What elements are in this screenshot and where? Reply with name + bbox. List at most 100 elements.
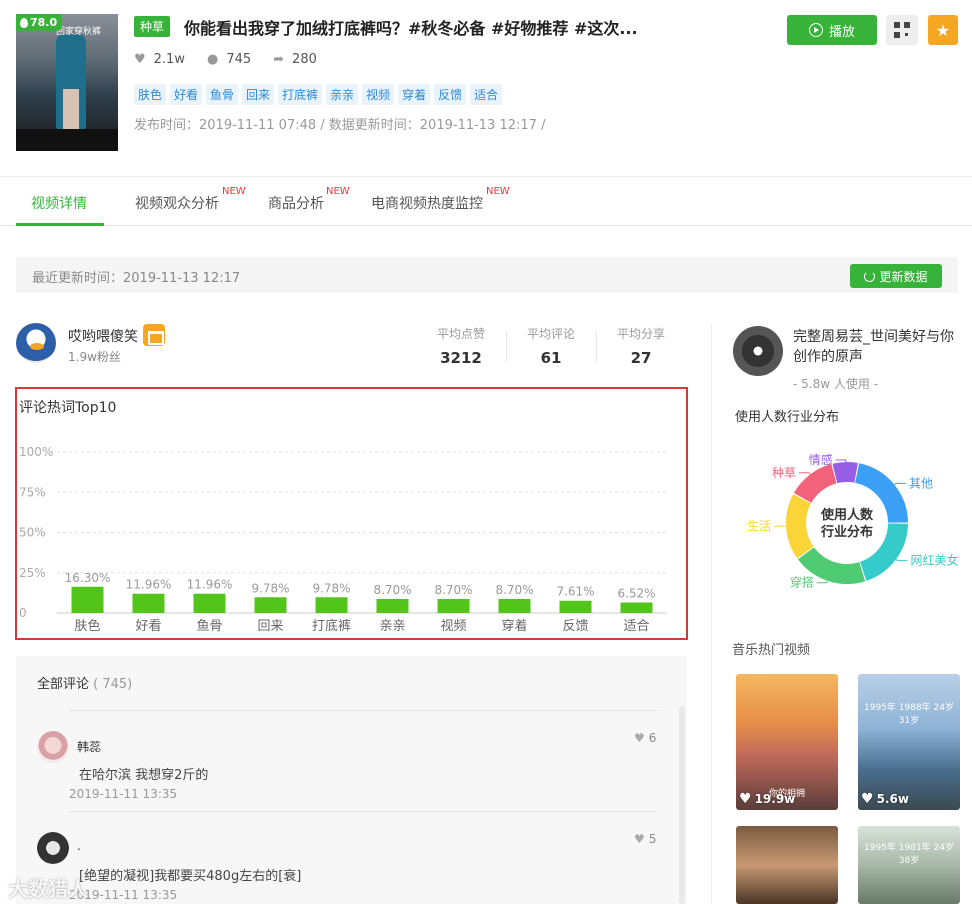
donut-segment	[793, 464, 837, 504]
x-tick-label: 反馈	[562, 619, 588, 634]
donut-label: 情感	[809, 452, 833, 467]
category-tag: 种草	[134, 16, 171, 37]
donut-leader-line	[835, 459, 847, 463]
donut-segment	[797, 546, 866, 584]
donut-label: 生活	[747, 519, 771, 533]
hot-video-card[interactable]: 你的相拥 ♥ 19.9w	[736, 674, 838, 810]
new-badge: NEW	[486, 186, 510, 197]
avg-shares: 平均分享 27	[616, 327, 665, 367]
donut-center-label: 行业分布	[820, 524, 873, 540]
commenter-name[interactable]: .	[77, 839, 81, 853]
heart-icon: ♥	[739, 791, 752, 807]
bar	[498, 598, 531, 613]
keyword-tag[interactable]: 适合	[470, 84, 503, 105]
bar	[193, 593, 226, 613]
y-tick-label: 25%	[19, 566, 46, 580]
hot-video-card[interactable]: 1995年 1988年 24岁 31岁 ♥ 5.6w	[858, 674, 960, 810]
play-button[interactable]: 播放	[787, 15, 877, 45]
music-disc-icon[interactable]	[733, 326, 783, 376]
keyword-tag[interactable]: 穿着	[398, 84, 431, 105]
donut-label: 穿搭	[790, 575, 814, 590]
bar	[254, 597, 287, 613]
video-thumbnail[interactable]: 回家穿秋裤 78.0	[16, 14, 118, 151]
bar-value-label: 9.78%	[251, 581, 289, 595]
donut-leader-line	[895, 559, 908, 562]
bar	[376, 598, 409, 613]
keyword-tag[interactable]: 亲亲	[326, 84, 359, 105]
commenter-avatar[interactable]	[37, 731, 69, 763]
donut-leader-line	[894, 482, 907, 486]
comment-like[interactable]: ♥ 5	[634, 832, 656, 846]
x-tick-label: 穿着	[501, 618, 527, 634]
shop-icon[interactable]	[143, 324, 165, 346]
y-tick-label: 50%	[19, 526, 46, 540]
likes-stat: ♥ 2.1w	[134, 52, 185, 67]
refresh-data-button[interactable]: 更新数据	[850, 264, 942, 288]
comments-stat: ● 745	[206, 52, 252, 67]
x-tick-label: 回来	[257, 619, 283, 634]
industry-distribution-title: 使用人数行业分布	[735, 410, 840, 425]
author-name[interactable]: 哎哟喂傻笑	[68, 326, 138, 346]
bar-value-label: 8.70%	[434, 583, 472, 597]
heart-icon: ♥	[634, 731, 645, 745]
industry-donut-chart: 其他网红美女穿搭 生活 种草情感使用人数行业分布	[747, 452, 958, 590]
donut-label: 其他	[909, 476, 933, 490]
x-tick-label: 肤色	[74, 618, 100, 634]
comments-panel: 全部评论 ( 745) 韩蕊 在哈尔滨 我想穿2斤的 2019-11-11 13…	[16, 656, 687, 904]
column-divider	[711, 323, 712, 904]
video-likes: ♥ 19.9w	[739, 791, 796, 807]
y-tick-label: 100%	[19, 445, 53, 459]
refresh-icon	[864, 270, 876, 282]
comment-like[interactable]: ♥ 6	[634, 731, 656, 745]
tab-audience-analysis[interactable]: 视频观众分析	[135, 193, 219, 213]
hot-video-card[interactable]: 1995年 1981年 24岁 38岁	[858, 826, 960, 904]
bar-value-label: 11.96%	[126, 578, 172, 592]
new-badge: NEW	[222, 186, 246, 197]
last-update-time: 最近更新时间：2019-11-13 12:17	[32, 271, 241, 286]
bar-value-label: 8.70%	[495, 583, 533, 597]
keyword-tag[interactable]: 肤色	[134, 84, 167, 105]
commenter-name[interactable]: 韩蕊	[77, 738, 101, 755]
x-tick-label: 打底裤	[312, 618, 351, 634]
avg-likes: 平均点赞 3212	[436, 327, 485, 367]
tab-bar: 视频详情 视频观众分析 NEW 商品分析 NEW 电商视频热度监控 NEW	[0, 176, 972, 226]
video-caption: 1995年 1981年 24岁 38岁	[864, 843, 954, 866]
qrcode-button[interactable]	[886, 15, 918, 45]
bar	[559, 600, 592, 613]
tab-ecommerce-heat-monitor[interactable]: 电商视频热度监控	[371, 193, 483, 213]
favorite-button[interactable]: ★	[928, 15, 958, 45]
share-icon: ➦	[273, 52, 285, 67]
commenter-avatar[interactable]	[37, 832, 69, 864]
keyword-tag[interactable]: 鱼骨	[206, 84, 239, 105]
hot-video-card[interactable]	[736, 826, 838, 904]
keyword-tag[interactable]: 好看	[170, 84, 203, 105]
comment-time: 2019-11-11 13:35	[69, 787, 178, 801]
y-tick-label: 75%	[19, 485, 46, 499]
keyword-tag[interactable]: 打底裤	[278, 84, 323, 105]
bar-value-label: 8.70%	[373, 583, 411, 597]
heat-score-badge: 78.0	[16, 14, 63, 31]
music-title[interactable]: 完整周易芸_世间美好与你 创作的原声	[793, 327, 972, 367]
heart-icon: ♥	[134, 52, 146, 67]
avg-comments: 平均评论 61	[526, 327, 575, 367]
new-badge: NEW	[326, 186, 350, 197]
bar-value-label: 7.61%	[556, 585, 594, 599]
tab-video-details[interactable]: 视频详情	[31, 193, 87, 213]
comment-text: [绝望的凝视]我都要买480g左右的[衰]	[79, 869, 302, 884]
bar	[437, 598, 470, 613]
comments-scrollbar[interactable]	[679, 706, 685, 904]
bar-chart-svg: 0 25% 50% 75% 100% 16.30% 肤色 11.96% 好看 11.96% 鱼骨 9.…	[19, 445, 667, 634]
keyword-tag[interactable]: 反馈	[434, 84, 467, 105]
author-fans: 1.9w粉丝	[68, 350, 121, 364]
keyword-tag[interactable]: 回来	[242, 84, 275, 105]
x-tick-label: 鱼骨	[196, 618, 222, 634]
play-icon	[808, 23, 823, 37]
keyword-tag[interactable]: 视频	[362, 84, 395, 105]
video-stats: ♥ 2.1w ● 745 ➦ 280	[134, 52, 317, 67]
donut-leader-line	[798, 472, 811, 475]
x-tick-label: 亲亲	[379, 619, 405, 634]
author-avatar[interactable]	[16, 323, 56, 363]
video-title: 你能看出我穿了加绒打底裤吗？#秋冬必备 #好物推荐 #这次...	[184, 19, 638, 38]
tab-product-analysis[interactable]: 商品分析	[268, 193, 324, 213]
bar-value-label: 6.52%	[617, 587, 655, 601]
